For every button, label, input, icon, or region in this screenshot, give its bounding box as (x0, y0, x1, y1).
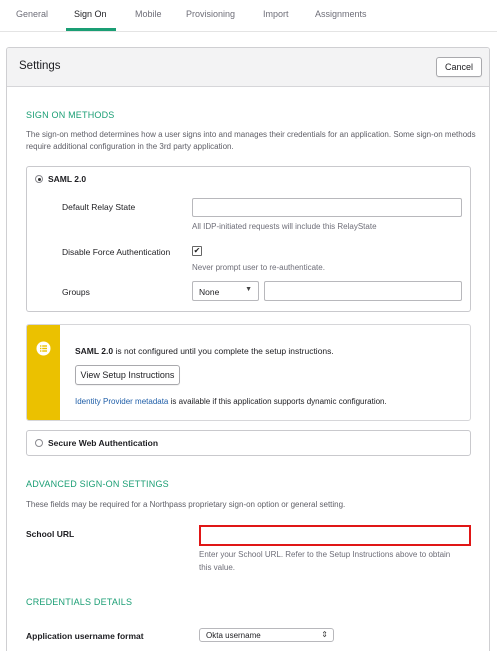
active-tab-indicator (66, 28, 116, 31)
username-format-select[interactable]: Okta username ⇕ (199, 628, 334, 642)
cancel-button[interactable]: Cancel (436, 57, 482, 77)
chevron-down-icon: ▼ (245, 286, 252, 293)
tab-mobile[interactable]: Mobile (135, 9, 162, 19)
school-url-input[interactable] (199, 525, 471, 546)
swa-option-row[interactable]: Secure Web Authentication (26, 430, 471, 456)
swa-option-label: Secure Web Authentication (48, 438, 159, 448)
disable-force-auth-hint: Never prompt user to re-authenticate. (192, 263, 325, 272)
relay-state-hint: All IDP-initiated requests will include … (192, 222, 377, 231)
school-url-hint-line2: this value. (199, 563, 236, 572)
saml-option-row[interactable]: SAML 2.0 (26, 166, 471, 192)
setup-notice: SAML 2.0 is not configured until you com… (26, 324, 471, 421)
settings-header: Settings Cancel (7, 48, 489, 87)
notice-message: SAML 2.0 is not configured until you com… (75, 346, 334, 356)
tab-sign-on[interactable]: Sign On (74, 9, 107, 19)
sign-on-methods-heading: SIGN ON METHODS (26, 110, 115, 120)
metadata-line: Identity Provider metadata is available … (75, 397, 387, 406)
view-setup-instructions-button[interactable]: View Setup Instructions (75, 365, 180, 385)
select-arrows-icon: ⇕ (321, 630, 328, 639)
identity-provider-metadata-link[interactable]: Identity Provider metadata (75, 397, 168, 406)
saml-radio[interactable] (35, 175, 43, 183)
notice-strong: SAML 2.0 (75, 346, 114, 356)
disable-force-auth-checkbox[interactable]: ✔ (192, 246, 202, 256)
settings-title: Settings (19, 60, 61, 72)
username-format-label: Application username format (26, 631, 144, 641)
tab-provisioning[interactable]: Provisioning (186, 9, 235, 19)
school-url-label: School URL (26, 529, 75, 539)
tab-general[interactable]: General (16, 9, 48, 19)
settings-panel: Settings Cancel SIGN ON METHODS The sign… (6, 47, 490, 651)
sign-on-methods-description: The sign-on method determines how a user… (26, 130, 476, 151)
disable-force-auth-label: Disable Force Authentication (62, 247, 171, 257)
relay-state-input[interactable] (192, 198, 462, 217)
advanced-settings-description: These fields may be required for a North… (26, 500, 346, 509)
tab-bar: General Sign On Mobile Provisioning Impo… (0, 0, 497, 32)
groups-filter-input[interactable] (264, 281, 462, 301)
advanced-settings-heading: ADVANCED SIGN-ON SETTINGS (26, 479, 169, 489)
relay-state-label: Default Relay State (62, 202, 136, 212)
tab-assignments[interactable]: Assignments (315, 9, 367, 19)
tab-import[interactable]: Import (263, 9, 289, 19)
credentials-heading: CREDENTIALS DETAILS (26, 597, 133, 607)
groups-select[interactable]: None ▼ (192, 281, 259, 301)
school-url-hint-line1: Enter your School URL. Refer to the Setu… (199, 550, 451, 559)
swa-radio[interactable] (35, 439, 43, 447)
groups-label: Groups (62, 287, 90, 297)
list-icon (36, 341, 51, 356)
notice-accent-bar (27, 325, 60, 420)
notice-text: is not configured until you complete the… (113, 346, 334, 356)
saml-settings-body: Default Relay State All IDP-initiated re… (26, 190, 471, 312)
groups-select-value: None (199, 287, 220, 297)
saml-option-label: SAML 2.0 (48, 174, 87, 184)
metadata-suffix: is available if this application support… (168, 397, 387, 406)
username-format-value: Okta username (206, 631, 261, 640)
